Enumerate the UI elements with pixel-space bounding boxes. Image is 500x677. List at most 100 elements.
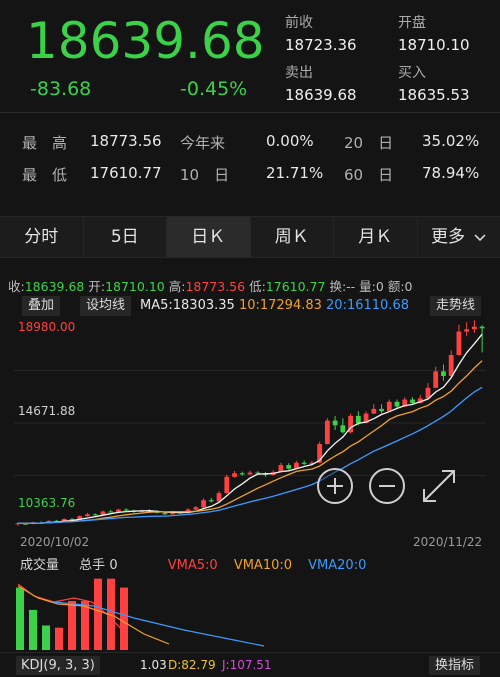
volume-bar	[68, 600, 76, 650]
stats-grid: 最 高 18773.56 今年来 0.00% 20 日 35.02% 最 低 1…	[0, 122, 500, 192]
ask-label: 卖出	[285, 65, 313, 81]
prev-close-label: 前收	[285, 15, 313, 31]
prev-close: 前收 18723.36	[285, 12, 357, 54]
tab-weekly-k[interactable]: 周Ｋ	[251, 217, 334, 257]
candlestick-chart[interactable]	[14, 318, 486, 528]
ask-price: 卖出 18639.68	[285, 62, 357, 104]
tab-intraday[interactable]: 分时	[0, 217, 84, 257]
bid-value: 18635.53	[398, 86, 470, 104]
trend-line-button[interactable]: 走势线	[430, 296, 482, 316]
bid-label: 买入	[398, 65, 426, 81]
kdj-j-value: J:107.51	[222, 658, 272, 672]
amount-value: 0	[404, 279, 413, 294]
ma20-line	[17, 386, 483, 525]
chart-grid	[14, 370, 486, 476]
y-label-mid: 14671.88	[18, 404, 76, 418]
close-label: 收:	[8, 279, 25, 294]
volume-value: 0	[375, 279, 384, 294]
candle-body	[471, 326, 477, 330]
volume-bar	[120, 587, 128, 650]
candle-body	[162, 512, 168, 515]
open-label: 开盘	[398, 15, 426, 31]
open-value: 18710.10	[105, 279, 165, 294]
switch-indicator-button[interactable]: 换指标	[428, 656, 480, 675]
ma5-value: 18303.35	[172, 298, 235, 313]
overlay-button[interactable]: 叠加	[22, 296, 61, 316]
last-price: 18639.68	[26, 12, 265, 70]
candle-body	[286, 465, 292, 469]
candle-body	[448, 355, 454, 377]
turnover-label: 换:	[329, 279, 347, 294]
candle-body	[92, 514, 98, 516]
candle-body	[340, 425, 346, 433]
d10-label: 10 日	[180, 166, 230, 184]
vma10-value: VMA10:0	[233, 558, 293, 573]
ytd-label: 今年来	[180, 134, 226, 152]
tab-daily-k[interactable]: 日Ｋ	[167, 217, 251, 257]
d60-value: 78.94%	[422, 164, 480, 182]
turnover-value: --	[346, 279, 356, 294]
kdj-k-value: 1.03	[140, 658, 167, 672]
candle-body	[441, 371, 446, 377]
volume-bar	[55, 627, 63, 650]
low-value: 17610.77	[90, 164, 162, 182]
zoom-in-icon[interactable]	[316, 467, 354, 505]
divider	[0, 112, 500, 113]
x-label-start: 2020/10/02	[20, 535, 90, 549]
candle-body	[232, 473, 237, 477]
candle-body	[332, 420, 338, 426]
x-label-end: 2020/11/22	[413, 535, 483, 549]
candle-body	[464, 329, 470, 332]
quote-header: 18639.68 -83.68 -0.45% 前收 18723.36 开盘 18…	[0, 0, 500, 108]
tab-5day[interactable]: 5日	[84, 217, 167, 257]
bid-price: 买入 18635.53	[398, 62, 470, 104]
volume-bar	[42, 625, 50, 650]
candle-body	[116, 509, 121, 512]
low-label: 最 低	[22, 166, 68, 184]
candle-body	[386, 401, 392, 412]
close-value: 18639.68	[24, 279, 85, 294]
candle-body	[394, 401, 400, 407]
candle-body	[410, 399, 415, 404]
candle-body	[301, 462, 307, 464]
volume-title: 成交量	[20, 558, 60, 573]
volume-chart	[16, 578, 265, 650]
candle-body	[208, 500, 214, 502]
kdj-tag[interactable]: KDJ(9, 3, 3)	[16, 656, 100, 675]
volume-bar	[81, 600, 89, 650]
ma5-line	[17, 333, 483, 525]
candle-body	[371, 408, 377, 414]
volume-total-value: 0	[109, 558, 118, 573]
ma-bar: 叠加 设均线 MA5:18303.35 10:17294.83 20:16110…	[0, 296, 500, 318]
vma5-value: VMA5:0	[167, 558, 218, 573]
tab-more-label: 更多	[431, 227, 466, 247]
price-change: -83.68	[30, 78, 92, 100]
open-label: 开:	[88, 279, 106, 294]
candle-body	[456, 331, 462, 356]
tab-more[interactable]: 更多	[418, 217, 500, 257]
low-value: 17610.77	[265, 279, 326, 294]
candle-body	[247, 472, 253, 475]
ma20-value: 16110.68	[346, 298, 409, 313]
ma10-line	[17, 360, 483, 525]
ma5-label: MA5:	[140, 298, 173, 313]
y-label-top: 18980.00	[18, 320, 76, 334]
candle-body	[355, 415, 361, 423]
d20-value: 35.02%	[422, 132, 480, 150]
tab-monthly-k[interactable]: 月Ｋ	[334, 217, 418, 257]
high-value: 18773.56	[185, 279, 246, 294]
volume-label: 量:	[359, 279, 376, 294]
ma10-label: 10:	[238, 298, 260, 313]
volume-bar	[29, 609, 37, 650]
prev-close-value: 18723.36	[285, 36, 357, 54]
candle-body	[324, 420, 330, 445]
volume-bar	[94, 578, 102, 650]
d10-value: 21.71%	[266, 164, 324, 182]
candle-body	[379, 408, 384, 412]
ma20-label: 20:	[326, 298, 347, 313]
ma-settings-button[interactable]: 设均线	[80, 296, 132, 316]
fullscreen-icon[interactable]	[420, 467, 458, 505]
chevron-down-icon	[474, 234, 487, 242]
zoom-out-icon[interactable]	[368, 467, 406, 505]
low-label: 低:	[249, 279, 266, 294]
